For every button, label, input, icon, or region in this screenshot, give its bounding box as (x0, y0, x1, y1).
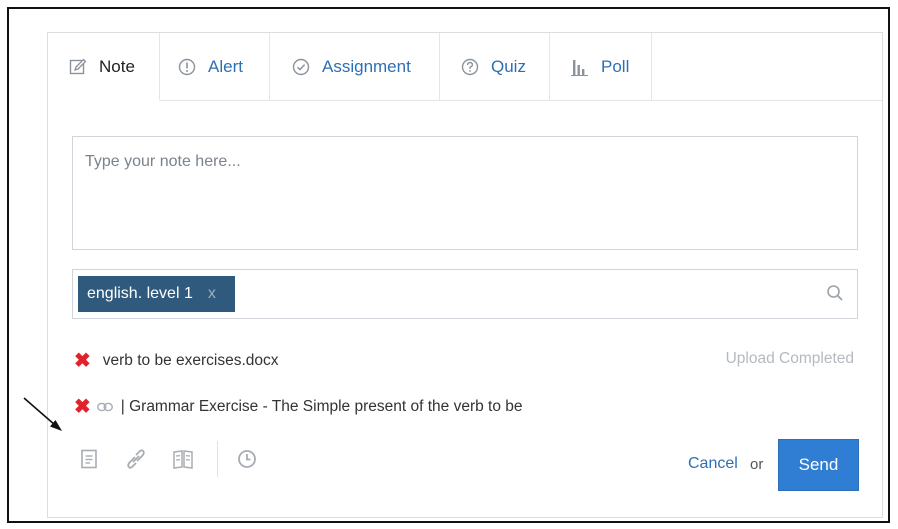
remove-attachment-icon[interactable]: ✖ (74, 351, 91, 371)
tab-quiz-label: Quiz (491, 56, 526, 76)
note-placeholder: Type your note here... (85, 153, 241, 170)
remove-attachment-icon[interactable]: ✖ (74, 397, 91, 417)
chain-link-icon (96, 402, 113, 412)
post-composer: Note Alert Assignment Quiz Poll Type you… (47, 32, 883, 518)
library-button[interactable] (166, 442, 200, 476)
bar-chart-icon (571, 59, 588, 76)
or-label: or (750, 456, 764, 473)
screenshot-frame: Note Alert Assignment Quiz Poll Type you… (7, 7, 890, 523)
check-circle-icon (292, 58, 310, 75)
cancel-link[interactable]: Cancel (688, 455, 738, 473)
tab-assignment-label: Assignment (322, 56, 411, 76)
recipients-input[interactable]: english. level 1 x (72, 269, 858, 319)
attachment-item: ✖ verb to be exercises.docx (74, 349, 279, 373)
attach-file-button[interactable] (72, 442, 106, 476)
tab-bar-divider (652, 100, 882, 101)
tab-quiz[interactable]: Quiz (440, 33, 550, 101)
attachment-item: ✖ | Grammar Exercise - The Simple presen… (74, 395, 523, 419)
recipient-chip-label: english. level 1 (87, 285, 193, 302)
file-icon (81, 449, 97, 469)
tab-note-label: Note (99, 56, 135, 76)
link-icon (127, 449, 145, 469)
composer-tabs: Note Alert Assignment Quiz Poll (48, 33, 652, 101)
edit-icon (69, 58, 87, 74)
attachment-name: verb to be exercises.docx (102, 352, 279, 369)
upload-status: Upload Completed (725, 350, 854, 367)
library-icon (173, 450, 193, 469)
link-attachment-title: | Grammar Exercise - The Simple present … (120, 398, 523, 415)
chip-remove-button[interactable]: x (208, 285, 216, 303)
recipient-chip: english. level 1 x (78, 276, 235, 312)
toolbar-divider (217, 441, 218, 477)
question-icon (461, 58, 479, 75)
tab-alert-label: Alert (208, 56, 243, 76)
search-icon[interactable] (826, 284, 844, 302)
schedule-button[interactable] (230, 442, 264, 476)
send-button[interactable]: Send (778, 439, 859, 491)
tab-assignment[interactable]: Assignment (270, 33, 440, 101)
attach-link-button[interactable] (119, 442, 153, 476)
clock-icon (238, 450, 256, 468)
tab-alert[interactable]: Alert (160, 33, 270, 101)
composer-toolbar (72, 439, 277, 479)
tab-poll-label: Poll (601, 56, 630, 76)
alert-icon (178, 58, 196, 75)
note-input[interactable]: Type your note here... (72, 136, 858, 250)
tab-note[interactable]: Note (48, 33, 160, 101)
tab-poll[interactable]: Poll (550, 33, 652, 101)
